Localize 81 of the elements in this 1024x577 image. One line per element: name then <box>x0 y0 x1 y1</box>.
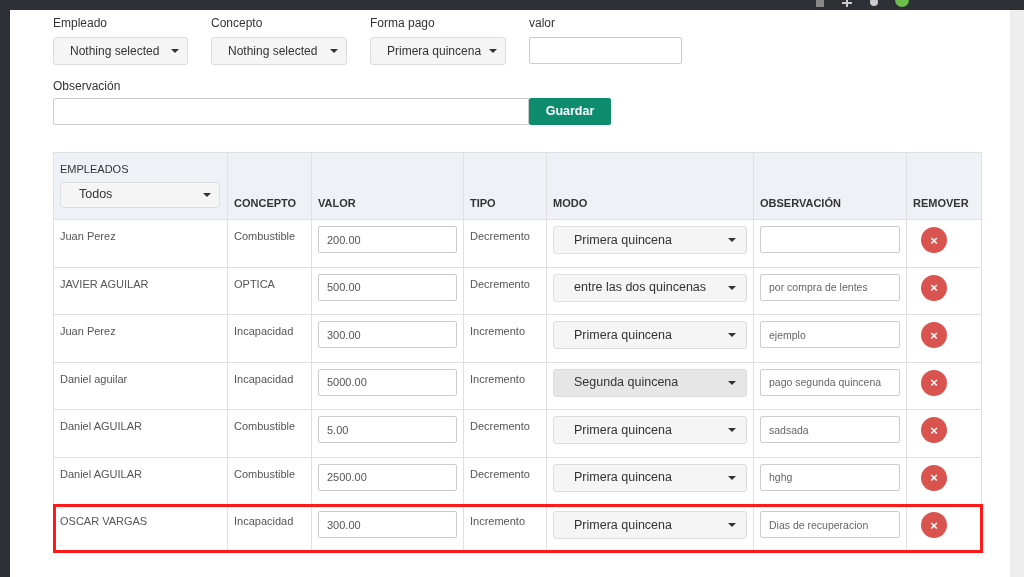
caret-icon <box>203 192 211 197</box>
column-header: REMOVER <box>913 196 969 209</box>
table-cell: Decremento <box>470 420 530 432</box>
remove-button[interactable]: × <box>921 322 947 348</box>
caret-icon <box>728 428 736 432</box>
dropdown[interactable]: Segunda quincena <box>553 368 747 397</box>
field-label: valor <box>529 15 556 31</box>
plus-icon[interactable] <box>841 0 853 7</box>
input-field[interactable] <box>53 98 529 125</box>
save-button[interactable]: Guardar <box>529 98 611 125</box>
dropdown[interactable]: entre las dos quincenas <box>553 273 747 302</box>
input-field[interactable]: 200.00 <box>318 226 457 253</box>
dropdown[interactable]: Primera quincena <box>553 226 747 254</box>
table-cell: Combustible <box>234 467 296 480</box>
caret-icon <box>728 333 736 337</box>
input-field[interactable]: ejemplo <box>760 321 900 348</box>
field-label: Forma pago <box>370 15 436 31</box>
table-cell: Juan Perez <box>60 230 116 242</box>
table-cell: Daniel AGUILAR <box>60 420 142 432</box>
table-cell: JAVIER AGUILAR <box>60 277 149 290</box>
column-header: EMPLEADOS <box>60 162 130 177</box>
caret-icon <box>171 49 179 53</box>
dropdown[interactable]: Nothing selected <box>211 37 347 65</box>
caret-icon <box>330 49 338 53</box>
input-field[interactable]: pago segunda quincena <box>760 368 900 396</box>
remove-button[interactable]: × <box>921 512 947 538</box>
column-header: OBSERVACIÓN <box>760 196 841 209</box>
avatar-icon[interactable] <box>895 0 909 7</box>
input-field[interactable]: 2500.00 <box>318 463 457 491</box>
table-cell: Incremento <box>470 515 526 527</box>
field-label: Empleado <box>53 15 109 31</box>
field-label: Observación <box>53 78 122 94</box>
field-label: Concepto <box>211 15 264 31</box>
table-cell: Daniel aguilar <box>60 372 128 385</box>
caret-icon <box>728 238 736 242</box>
input-field[interactable]: sadsada <box>760 416 900 443</box>
table-cell: Decremento <box>470 467 530 480</box>
remove-button[interactable]: × <box>921 417 947 443</box>
column-header: CONCEPTO <box>234 196 297 209</box>
remove-button[interactable]: × <box>921 274 947 301</box>
input-field[interactable]: 300.00 <box>318 321 457 348</box>
dropdown[interactable]: Primera quincena <box>553 321 747 349</box>
dropdown[interactable]: Primera quincena <box>553 416 747 444</box>
caret-icon <box>728 380 736 385</box>
table-cell: Combustible <box>234 230 296 242</box>
dropdown[interactable]: Todos <box>60 181 220 208</box>
table-cell: OSCAR VARGAS <box>60 515 148 527</box>
column-header: MODO <box>553 196 588 209</box>
table-cell: Daniel AGUILAR <box>60 467 142 480</box>
table-cell: Decremento <box>470 277 530 290</box>
input-field[interactable] <box>529 37 682 64</box>
input-field[interactable] <box>760 226 900 253</box>
input-field[interactable]: 5.00 <box>318 416 457 443</box>
input-field[interactable]: 500.00 <box>318 273 457 301</box>
caret-icon <box>728 285 736 290</box>
column-header: TIPO <box>470 196 496 209</box>
input-field[interactable]: Dias de recuperacion <box>760 511 900 538</box>
table-cell: Decremento <box>470 230 530 242</box>
input-field[interactable]: 5000.00 <box>318 368 457 396</box>
input-field[interactable]: por compra de lentes <box>760 273 900 301</box>
caret-icon <box>728 523 736 527</box>
input-field[interactable]: 300.00 <box>318 511 457 538</box>
input-field[interactable]: hghg <box>760 463 900 491</box>
table-cell: Incapacidad <box>234 325 294 337</box>
table-cell: Combustible <box>234 420 296 432</box>
column-header: VALOR <box>318 196 356 209</box>
dropdown[interactable]: Primera quincena <box>553 511 747 539</box>
caret-icon <box>728 475 736 480</box>
dropdown[interactable]: Nothing selected <box>53 37 188 65</box>
caret-icon <box>489 49 497 53</box>
dropdown[interactable]: Primera quincena <box>370 37 506 65</box>
table-cell: Incapacidad <box>234 515 294 527</box>
dropdown[interactable]: Primera quincena <box>553 463 747 492</box>
remove-button[interactable]: × <box>921 227 947 253</box>
table-cell: Incremento <box>470 325 526 337</box>
remove-button[interactable]: × <box>921 369 947 396</box>
table-cell: Incremento <box>470 372 526 385</box>
table-cell: OPTICA <box>234 277 275 290</box>
table-cell: Juan Perez <box>60 325 116 337</box>
table-cell: Incapacidad <box>234 372 294 385</box>
remove-button[interactable]: × <box>921 464 947 491</box>
